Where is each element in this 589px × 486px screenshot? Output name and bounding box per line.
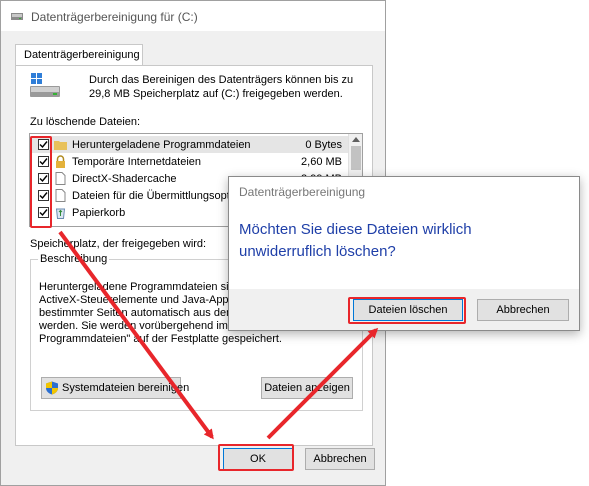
- arrow-to-ok: [58, 230, 214, 440]
- arrow-to-delete: [266, 327, 379, 440]
- annotation-arrows: [58, 230, 379, 440]
